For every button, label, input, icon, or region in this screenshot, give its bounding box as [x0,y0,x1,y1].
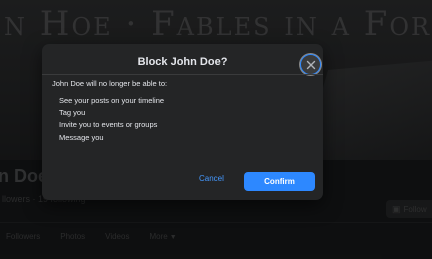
cancel-button[interactable]: Cancel [199,174,224,183]
list-item: Tag you [59,108,86,118]
confirm-button[interactable]: Confirm [244,172,315,191]
close-button[interactable] [300,54,321,75]
dialog-intro-text: John Doe will no longer be able to: [52,79,168,88]
dialog-title: Block John Doe? [137,56,228,68]
block-user-dialog: Block John Doe? John Doe will no longer … [42,44,323,200]
block-consequences-list: See your posts on your timeline Tag you … [59,95,164,144]
dialog-header-divider [42,74,323,75]
list-item: Invite you to events or groups [59,120,158,130]
list-item: See your posts on your timeline [59,96,165,105]
list-item: Message you [59,132,104,142]
close-icon [306,60,315,69]
